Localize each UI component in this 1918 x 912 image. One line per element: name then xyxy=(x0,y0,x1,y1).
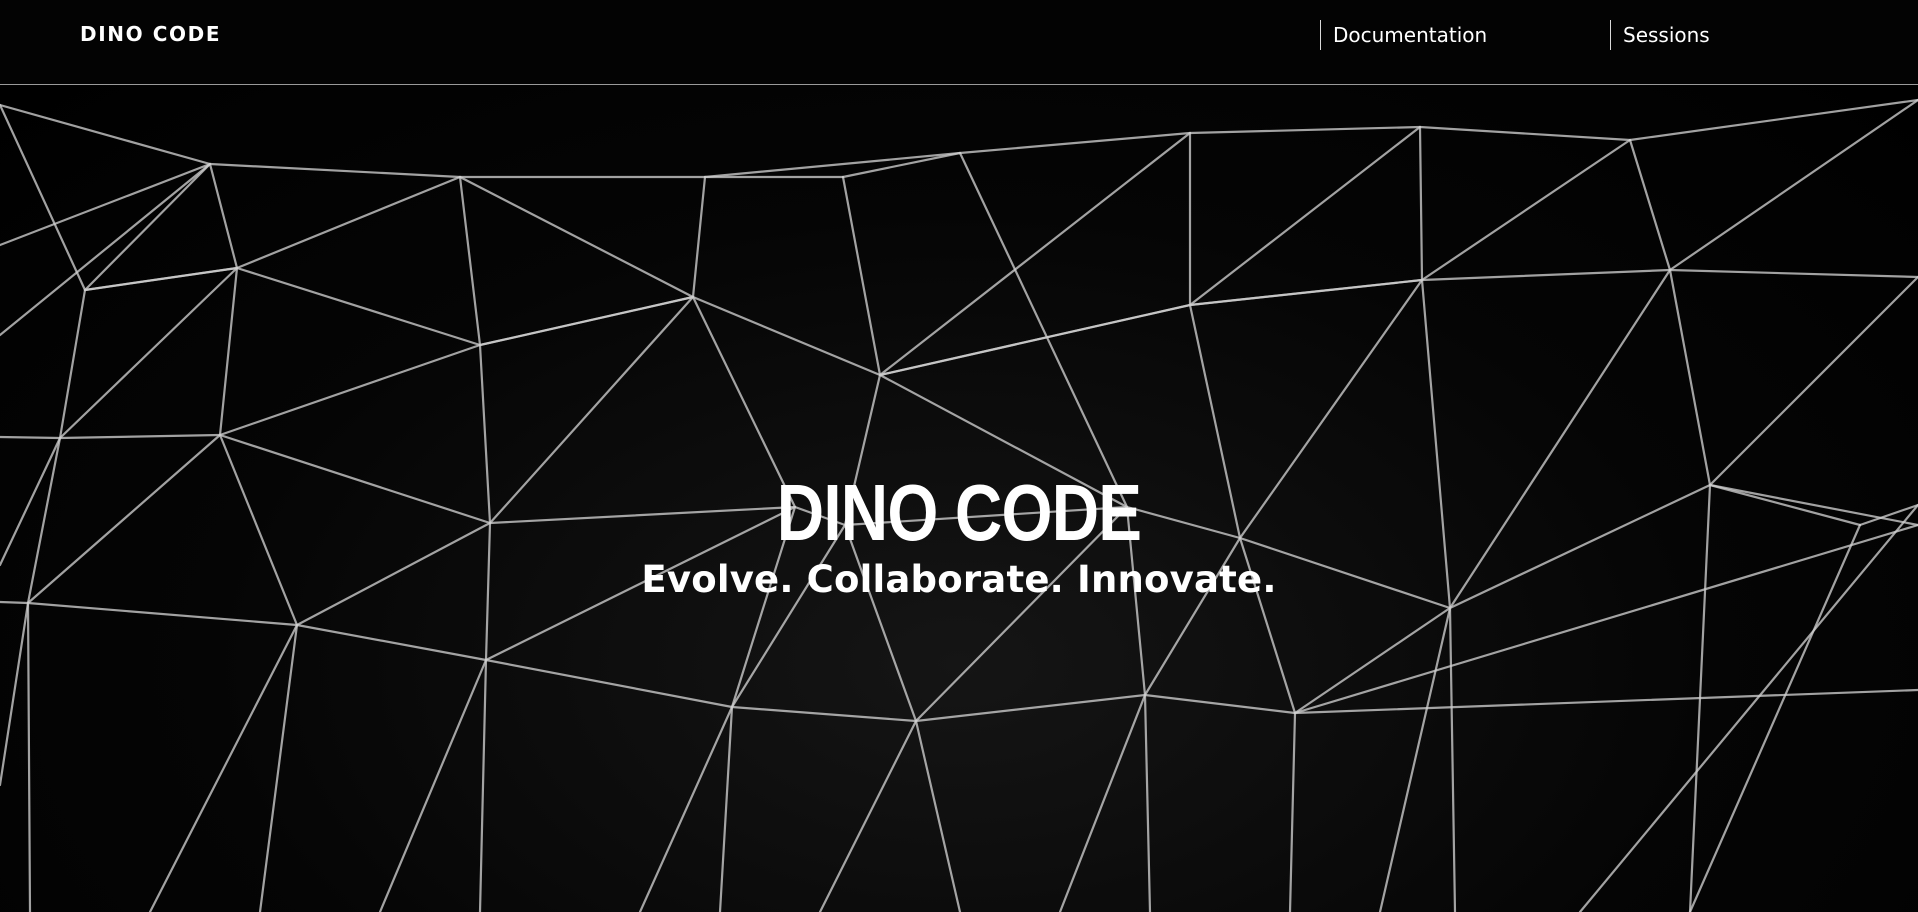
mesh-line xyxy=(958,131,1192,155)
mesh-line xyxy=(0,600,30,605)
mesh-line xyxy=(1448,606,1457,912)
mesh-line xyxy=(458,175,482,347)
top-navigation-bar: DINO CODE Documentation Sessions xyxy=(0,0,1918,85)
site-logo-link[interactable]: DINO CODE xyxy=(80,22,221,46)
mesh-line xyxy=(0,601,30,787)
mesh-line xyxy=(0,103,212,166)
mesh-line xyxy=(83,162,212,292)
mesh-line xyxy=(26,601,32,912)
hero-title: DINO CODE xyxy=(776,467,1142,557)
mesh-line xyxy=(841,151,962,179)
mesh-line xyxy=(1188,278,1424,307)
mesh-line xyxy=(0,435,62,440)
mesh-line xyxy=(235,266,482,347)
mesh-line xyxy=(1288,711,1297,912)
mesh-line xyxy=(1708,275,1918,487)
mesh-line xyxy=(1378,606,1452,912)
mesh-line xyxy=(148,623,299,912)
nav-link-documentation[interactable]: Documentation xyxy=(1320,20,1487,50)
mesh-line xyxy=(1418,125,1632,142)
mesh-line xyxy=(841,175,882,377)
mesh-line xyxy=(0,103,87,292)
mesh-line xyxy=(914,693,1147,723)
mesh-line xyxy=(958,151,1129,509)
mesh-line xyxy=(1668,98,1918,272)
mesh-line xyxy=(484,658,734,709)
mesh-line xyxy=(703,151,962,179)
mesh-line xyxy=(218,266,239,437)
mesh-line xyxy=(58,433,222,440)
mesh-line xyxy=(730,705,918,723)
mesh-line xyxy=(1188,125,1422,135)
mesh-line xyxy=(1420,138,1632,282)
mesh-line xyxy=(58,288,87,440)
mesh-line xyxy=(1628,138,1672,272)
mesh-line xyxy=(0,162,212,337)
mesh-line xyxy=(478,295,695,347)
mesh-line xyxy=(0,436,62,567)
mesh-line xyxy=(208,162,462,179)
mesh-line xyxy=(691,175,707,299)
nav-link-sessions[interactable]: Sessions xyxy=(1610,20,1710,50)
mesh-line xyxy=(478,658,488,912)
mesh-line xyxy=(26,601,299,627)
mesh-line xyxy=(1668,268,1712,487)
mesh-line xyxy=(1418,125,1424,282)
mesh-line xyxy=(1143,693,1297,715)
mesh-line xyxy=(83,266,239,292)
mesh-line xyxy=(1058,693,1147,912)
mesh-line xyxy=(58,266,239,440)
mesh-line xyxy=(1628,98,1918,142)
mesh-line xyxy=(878,131,1192,377)
mesh-line xyxy=(295,623,488,662)
mesh-line xyxy=(1188,125,1422,307)
mesh-line xyxy=(1293,606,1452,715)
mesh-line xyxy=(1143,693,1152,912)
mesh-line xyxy=(458,175,695,299)
mesh-line xyxy=(638,705,734,912)
mesh-line xyxy=(914,719,962,912)
mesh-line xyxy=(1420,268,1672,282)
mesh-line xyxy=(378,658,488,912)
page: DINO CODE Documentation Sessions DINO CO… xyxy=(0,0,1918,912)
mesh-line xyxy=(208,162,239,270)
hero-tagline: Evolve. Collaborate. Innovate. xyxy=(641,558,1277,601)
mesh-line xyxy=(258,623,299,912)
hero-section: DINO CODE Evolve. Collaborate. Innovate. xyxy=(0,85,1918,912)
mesh-line xyxy=(218,343,482,437)
mesh-line xyxy=(718,705,734,912)
mesh-line xyxy=(1668,268,1918,279)
mesh-line xyxy=(235,175,462,270)
mesh-line xyxy=(691,295,882,377)
mesh-line xyxy=(818,719,918,912)
mesh-line xyxy=(1293,688,1918,715)
